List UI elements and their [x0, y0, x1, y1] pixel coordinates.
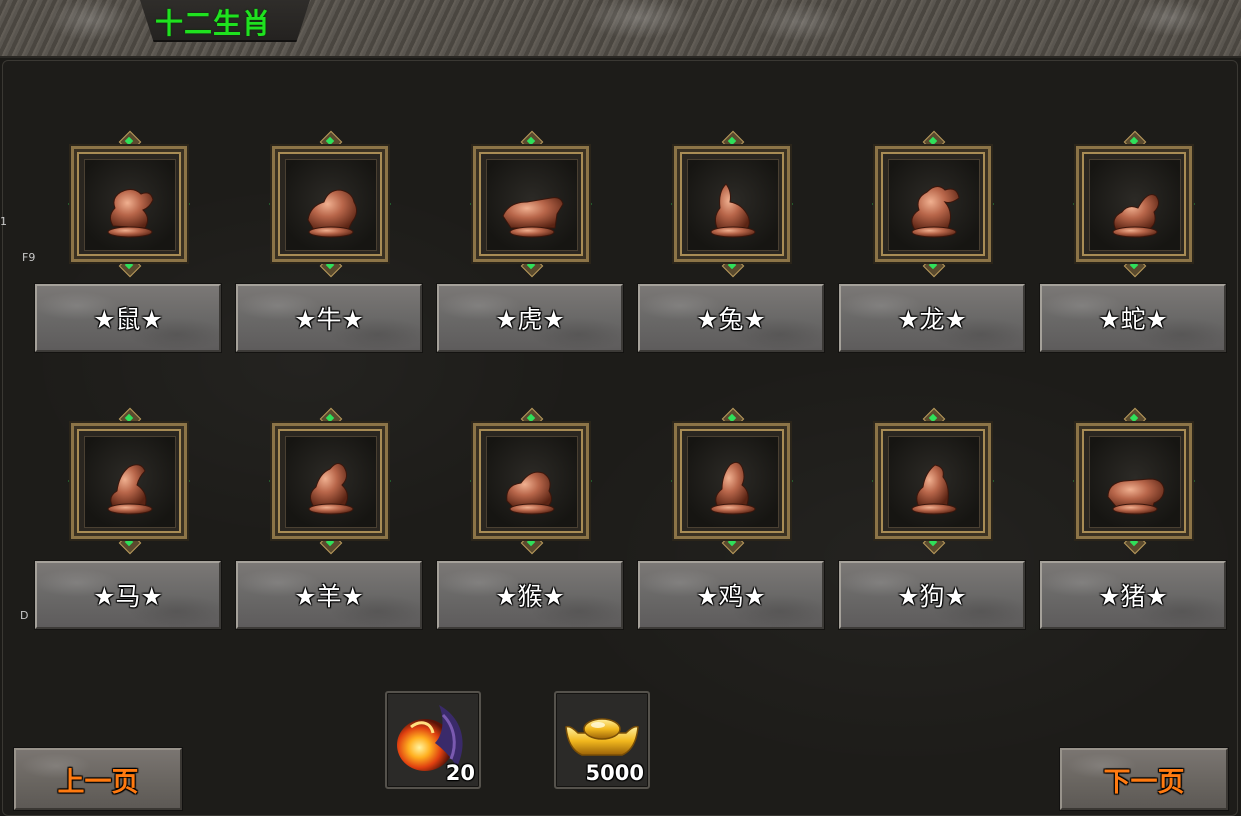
zodiac-button[interactable]: ★猴★ [437, 561, 623, 629]
statue-slot [486, 436, 578, 528]
zodiac-card: ★龙★ [839, 130, 1027, 364]
zodiac-label: ★狗★ [897, 582, 967, 611]
statue-slot [888, 436, 980, 528]
statue-slot [84, 159, 176, 251]
prev-page-label: 上一页 [57, 766, 139, 798]
frame-border [674, 423, 790, 539]
zodiac-card: ★蛇★ [1040, 130, 1228, 364]
statue-frame[interactable] [266, 130, 394, 278]
feather-count: 20 [445, 761, 475, 785]
horse-statue-icon [85, 437, 175, 527]
zodiac-label: ★马★ [93, 582, 163, 611]
statue-frame[interactable] [668, 407, 796, 555]
gold-count: 5000 [585, 761, 644, 785]
statue-frame[interactable] [467, 130, 595, 278]
zodiac-card: ★兔★ [638, 130, 826, 364]
frame-border [875, 423, 991, 539]
statue-slot [486, 159, 578, 251]
statue-slot [687, 159, 779, 251]
zodiac-card: ★牛★ [236, 130, 424, 364]
statue-frame[interactable] [266, 407, 394, 555]
zodiac-button[interactable]: ★狗★ [839, 561, 1025, 629]
zodiac-button[interactable]: ★羊★ [236, 561, 422, 629]
zodiac-button[interactable]: ★鼠★ [35, 284, 221, 352]
side-marker: 1 [0, 215, 7, 228]
statue-slot [888, 159, 980, 251]
monkey-statue-icon [487, 437, 577, 527]
zodiac-label: ★猴★ [495, 582, 565, 611]
zodiac-label: ★虎★ [495, 305, 565, 334]
zodiac-card: ★马★ [35, 407, 223, 641]
tiger-statue-icon [487, 160, 577, 250]
zodiac-label: ★羊★ [294, 582, 364, 611]
statue-frame[interactable] [869, 407, 997, 555]
statue-frame[interactable] [65, 407, 193, 555]
hotkey-label-f9: F9 [22, 251, 36, 264]
zodiac-card: ★鸡★ [638, 407, 826, 641]
zodiac-button[interactable]: ★牛★ [236, 284, 422, 352]
statue-slot [687, 436, 779, 528]
statue-slot [84, 436, 176, 528]
frame-border [71, 146, 187, 262]
zodiac-label: ★牛★ [294, 305, 364, 334]
rooster-statue-icon [688, 437, 778, 527]
next-page-button[interactable]: 下一页 [1060, 748, 1228, 810]
window-title: 十二生肖 [155, 7, 272, 40]
zodiac-card: ★虎★ [437, 130, 625, 364]
zodiac-button[interactable]: ★蛇★ [1040, 284, 1226, 352]
next-page-label: 下一页 [1103, 766, 1185, 798]
ox-statue-icon [286, 160, 376, 250]
zodiac-card: ★猪★ [1040, 407, 1228, 641]
statue-frame[interactable] [1070, 407, 1198, 555]
frame-border [71, 423, 187, 539]
zodiac-card: ★猴★ [437, 407, 625, 641]
statue-frame[interactable] [467, 407, 595, 555]
dog-statue-icon [889, 437, 979, 527]
zodiac-button[interactable]: ★鸡★ [638, 561, 824, 629]
frame-border [272, 423, 388, 539]
zodiac-button[interactable]: ★龙★ [839, 284, 1025, 352]
zodiac-card: ★羊★ [236, 407, 424, 641]
frame-border [875, 146, 991, 262]
zodiac-label: ★鼠★ [93, 305, 163, 334]
cost-slot-gold[interactable]: 5000 [554, 691, 650, 789]
zodiac-label: ★龙★ [897, 305, 967, 334]
frame-border [473, 423, 589, 539]
rabbit-statue-icon [688, 160, 778, 250]
cost-slot-feather[interactable]: 20 [385, 691, 481, 789]
frame-border [1076, 146, 1192, 262]
frame-border [272, 146, 388, 262]
statue-slot [285, 436, 377, 528]
zodiac-card: ★狗★ [839, 407, 1027, 641]
zodiac-label: ★鸡★ [696, 582, 766, 611]
statue-slot [285, 159, 377, 251]
statue-slot [1089, 159, 1181, 251]
zodiac-button[interactable]: ★兔★ [638, 284, 824, 352]
prev-page-button[interactable]: 上一页 [14, 748, 182, 810]
dragon-statue-icon [889, 160, 979, 250]
frame-border [674, 146, 790, 262]
zodiac-label: ★兔★ [696, 305, 766, 334]
statue-slot [1089, 436, 1181, 528]
statue-frame[interactable] [1070, 130, 1198, 278]
statue-frame[interactable] [869, 130, 997, 278]
statue-frame[interactable] [668, 130, 796, 278]
frame-border [1076, 423, 1192, 539]
pig-statue-icon [1090, 437, 1180, 527]
zodiac-card: ★鼠★ [35, 130, 223, 364]
zodiac-label: ★蛇★ [1098, 305, 1168, 334]
goat-statue-icon [286, 437, 376, 527]
frame-border [473, 146, 589, 262]
zodiac-button[interactable]: ★马★ [35, 561, 221, 629]
snake-statue-icon [1090, 160, 1180, 250]
hotkey-label-d: D [20, 609, 29, 622]
statue-frame[interactable] [65, 130, 193, 278]
zodiac-label: ★猪★ [1098, 582, 1168, 611]
zodiac-button[interactable]: ★猪★ [1040, 561, 1226, 629]
zodiac-button[interactable]: ★虎★ [437, 284, 623, 352]
rat-statue-icon [85, 160, 175, 250]
